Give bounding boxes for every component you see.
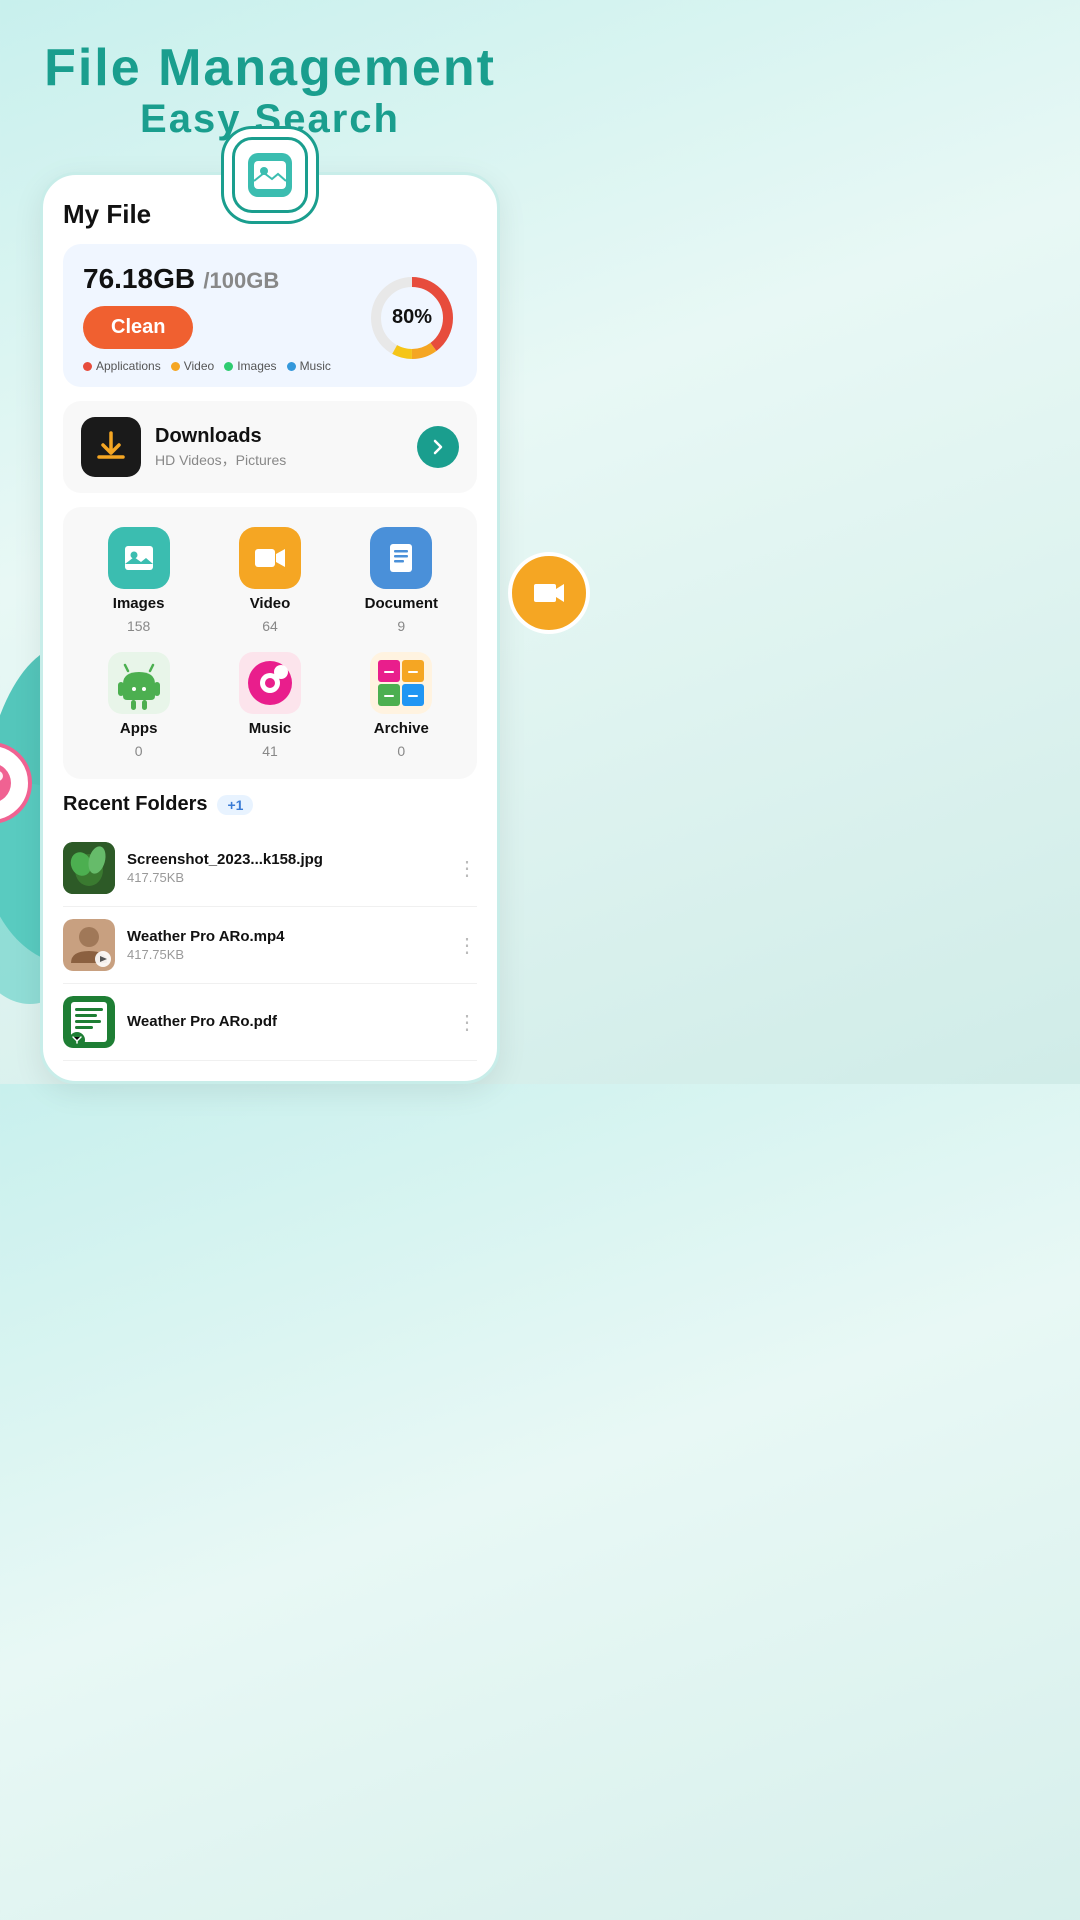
file-list: Screenshot_2023...k158.jpg 417.75KB ⋮ [63, 830, 477, 1061]
video-icon [239, 527, 301, 589]
grid-item-apps[interactable]: Apps 0 [89, 652, 189, 759]
file-size-1: 417.75KB [127, 870, 445, 885]
archive-icon [370, 652, 432, 714]
apps-label: Apps [120, 720, 158, 737]
file-name-2: Weather Pro ARo.mp4 [127, 928, 445, 945]
float-music-icon [0, 742, 32, 824]
file-thumb-2 [63, 919, 115, 971]
file-more-3[interactable]: ⋮ [457, 1010, 477, 1035]
file-item-1[interactable]: Screenshot_2023...k158.jpg 417.75KB ⋮ [63, 830, 477, 907]
music-count: 41 [262, 743, 278, 759]
legend-music: Music [287, 359, 331, 373]
recent-header: Recent Folders +1 [63, 793, 477, 816]
images-count: 158 [127, 618, 150, 634]
legend-video: Video [171, 359, 214, 373]
document-icon [370, 527, 432, 589]
archive-label: Archive [374, 720, 429, 737]
downloads-subtitle: HD Videos，Pictures [155, 450, 403, 470]
float-video-icon [508, 552, 590, 634]
images-label: Images [113, 595, 165, 612]
file-info-3: Weather Pro ARo.pdf [127, 1013, 445, 1032]
archive-count: 0 [397, 743, 405, 759]
file-item-3[interactable]: Weather Pro ARo.pdf ⋮ [63, 984, 477, 1061]
grid-row-2: Apps 0 Music 41 [73, 652, 467, 759]
downloads-arrow[interactable] [417, 426, 459, 468]
file-info-2: Weather Pro ARo.mp4 417.75KB [127, 928, 445, 962]
legend-images: Images [224, 359, 276, 373]
images-icon [108, 527, 170, 589]
document-count: 9 [397, 618, 405, 634]
app-title-line2: Easy Search [20, 97, 520, 142]
legend-applications: Applications [83, 359, 161, 373]
legend-dot-images [224, 362, 233, 371]
file-size-2: 417.75KB [127, 947, 445, 962]
storage-card: 76.18GB /100GB Clean Applications Video [63, 244, 477, 387]
recent-badge: +1 [217, 795, 253, 815]
file-info-1: Screenshot_2023...k158.jpg 417.75KB [127, 851, 445, 885]
phone-frame: My File 76.18GB /100GB Clean Application… [40, 172, 500, 1084]
document-label: Document [365, 595, 438, 612]
downloads-text: Downloads HD Videos，Pictures [155, 425, 403, 470]
grid-item-music[interactable]: Music 41 [220, 652, 320, 759]
apps-icon [108, 652, 170, 714]
downloads-icon [81, 417, 141, 477]
clean-button[interactable]: Clean [83, 306, 193, 349]
file-item-2[interactable]: Weather Pro ARo.mp4 417.75KB ⋮ [63, 907, 477, 984]
music-label: Music [249, 720, 292, 737]
recent-title: Recent Folders [63, 793, 207, 816]
music-icon [239, 652, 301, 714]
storage-donut-chart: 80% [367, 273, 457, 363]
downloads-card[interactable]: Downloads HD Videos，Pictures [63, 401, 477, 493]
file-name-3: Weather Pro ARo.pdf [127, 1013, 445, 1030]
file-more-2[interactable]: ⋮ [457, 933, 477, 958]
video-label: Video [250, 595, 291, 612]
categories-grid: Images 158 Video 64 [63, 507, 477, 779]
grid-item-images[interactable]: Images 158 [89, 527, 189, 634]
file-thumb-1 [63, 842, 115, 894]
grid-item-document[interactable]: Document 9 [351, 527, 451, 634]
legend-dot-video [171, 362, 180, 371]
file-more-1[interactable]: ⋮ [457, 856, 477, 881]
storage-legend: Applications Video Images Music [83, 359, 331, 373]
grid-row-1: Images 158 Video 64 [73, 527, 467, 634]
file-thumb-3 [63, 996, 115, 1048]
storage-total: /100GB [203, 268, 279, 293]
downloads-name: Downloads [155, 425, 403, 448]
grid-item-archive[interactable]: Archive 0 [351, 652, 451, 759]
video-count: 64 [262, 618, 278, 634]
storage-used: 76.18GB [83, 263, 195, 294]
grid-item-video[interactable]: Video 64 [220, 527, 320, 634]
apps-count: 0 [135, 743, 143, 759]
legend-dot-music [287, 362, 296, 371]
float-image-icon-top [232, 137, 308, 213]
storage-size: 76.18GB /100GB [83, 262, 331, 296]
storage-percent: 80% [392, 306, 432, 329]
app-title-line1: File Management [20, 40, 520, 97]
legend-dot-apps [83, 362, 92, 371]
file-name-1: Screenshot_2023...k158.jpg [127, 851, 445, 868]
